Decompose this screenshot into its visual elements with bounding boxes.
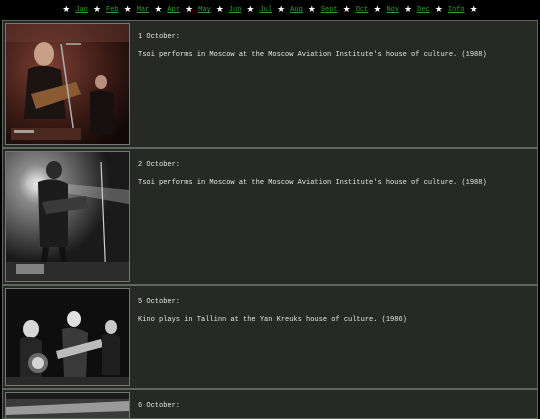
event-text: 2 October: Tsoi performs in Moscow at th… — [138, 161, 487, 188]
event-entry: 5 October: Kino plays in Tallinn at the … — [2, 285, 538, 389]
nav-link-aug[interactable]: Aug — [290, 6, 303, 14]
star-icon: ★ — [342, 4, 351, 15]
nav-link-oct[interactable]: Oct — [356, 6, 369, 14]
event-entry: 6 October: — [2, 389, 538, 419]
nav-link-sept[interactable]: Sept — [321, 6, 338, 14]
event-list: 1 October: Tsoi performs in Moscow at th… — [2, 20, 538, 419]
month-navigation: ★ Jan ★ Feb ★ Mar ★ Apr ★ May ★ Jun ★ Ju… — [0, 0, 540, 20]
concert-photo — [5, 151, 130, 282]
star-icon: ★ — [404, 4, 413, 15]
concert-photo — [5, 392, 130, 418]
nav-link-feb[interactable]: Feb — [106, 6, 119, 14]
concert-photo — [5, 288, 130, 386]
star-icon: ★ — [373, 4, 382, 15]
concert-photo — [5, 23, 130, 145]
star-icon: ★ — [277, 4, 286, 15]
star-icon: ★ — [62, 4, 71, 15]
nav-link-mar[interactable]: Mar — [137, 6, 150, 14]
star-icon: ★ — [92, 4, 102, 15]
nav-link-info[interactable]: Info — [448, 6, 465, 14]
star-icon: ★ — [434, 4, 443, 15]
nav-link-may[interactable]: May — [198, 6, 211, 14]
star-icon: ★ — [185, 4, 194, 15]
nav-link-jul[interactable]: Jul — [259, 6, 272, 14]
event-description: Tsoi performs in Moscow at the Moscow Av… — [138, 51, 487, 60]
nav-link-apr[interactable]: Apr — [167, 6, 180, 14]
nav-link-nov[interactable]: Nov — [386, 6, 399, 14]
star-icon: ★ — [469, 4, 478, 15]
star-icon: ★ — [123, 4, 132, 15]
star-icon: ★ — [154, 4, 163, 15]
event-text: 1 October: Tsoi performs in Moscow at th… — [138, 33, 487, 60]
event-date: 5 October: — [138, 298, 181, 306]
star-icon: ★ — [307, 4, 316, 15]
event-text: 5 October: Kino plays in Tallinn at the … — [138, 298, 407, 325]
event-description: Kino plays in Tallinn at the Yan Kreuks … — [138, 316, 407, 325]
event-date: 6 October: — [138, 402, 181, 410]
nav-link-jun[interactable]: Jun — [229, 6, 242, 14]
event-entry: 1 October: Tsoi performs in Moscow at th… — [2, 20, 538, 148]
event-description: Tsoi performs in Moscow at the Moscow Av… — [138, 179, 487, 188]
star-icon: ★ — [215, 4, 224, 15]
event-date: 1 October: — [138, 33, 181, 41]
star-icon: ★ — [246, 4, 255, 15]
nav-link-jan[interactable]: Jan — [75, 6, 88, 14]
event-entry: 2 October: Tsoi performs in Moscow at th… — [2, 148, 538, 285]
event-date: 2 October: — [138, 161, 181, 169]
nav-link-dec[interactable]: Dec — [417, 6, 430, 14]
